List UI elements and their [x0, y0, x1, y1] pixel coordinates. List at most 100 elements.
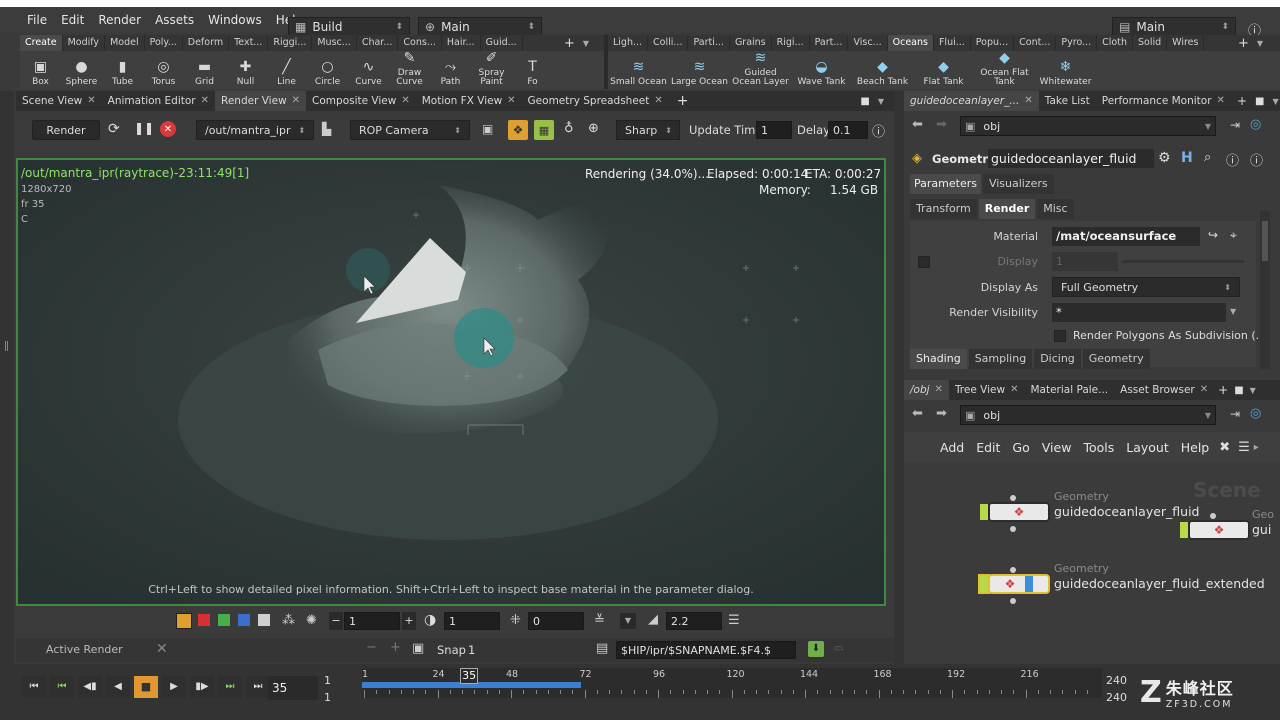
display-gamma-field[interactable]: 2.2: [666, 612, 722, 630]
tool-wave-tank[interactable]: ◒ Wave Tank: [791, 58, 852, 89]
blue-channel-icon[interactable]: [238, 614, 250, 626]
chevron-right-icon[interactable]: ▸: [1254, 442, 1259, 453]
network-menu-add[interactable]: Add: [934, 440, 970, 455]
node-gui[interactable]: ❖ Geo gui: [1180, 508, 1274, 540]
tool-beach-tank[interactable]: ◆ Beach Tank: [852, 58, 913, 89]
green-channel-icon[interactable]: [218, 614, 230, 626]
shelf-tab-cloth[interactable]: Cloth: [1097, 35, 1133, 51]
add-shelf-icon[interactable]: +: [1238, 36, 1249, 51]
resize-handle-icon[interactable]: [5, 341, 8, 351]
range-end[interactable]: 240: [1106, 674, 1127, 687]
close-icon[interactable]: ✕: [87, 91, 95, 111]
save-snapshot-icon[interactable]: ⬇: [808, 641, 824, 657]
network-menu-help[interactable]: Help: [1175, 440, 1216, 455]
zoom-icon[interactable]: ⊕: [588, 121, 599, 136]
stop-icon[interactable]: ■: [134, 676, 158, 698]
current-frame-field[interactable]: 35: [268, 676, 318, 700]
display-flag[interactable]: [1180, 522, 1188, 538]
tab-render-view[interactable]: Render View ✕: [215, 91, 307, 111]
subdivision-checkbox[interactable]: [1054, 330, 1066, 342]
tab-performance-monitor[interactable]: Performance Monitor ✕: [1096, 91, 1231, 111]
render-button[interactable]: Render: [32, 120, 100, 140]
network-menu-tools[interactable]: Tools: [1077, 440, 1120, 455]
play-icon[interactable]: ▶: [162, 676, 186, 698]
tab-parameters[interactable]: Parameters: [910, 174, 981, 194]
display-flag[interactable]: [980, 504, 988, 520]
snapshot-path-field[interactable]: $HIP/ipr/$SNAPNAME.$F4.$: [616, 641, 796, 659]
tool-guided-ocean-layer[interactable]: ≋ Guided Ocean Layer: [730, 49, 791, 89]
menu-assets[interactable]: Assets: [148, 13, 201, 27]
chevron-down-icon[interactable]: ▼: [878, 97, 884, 106]
render-region-icon[interactable]: ▣: [482, 122, 493, 136]
forward-arrow-icon[interactable]: ➡: [936, 406, 947, 421]
pin-icon[interactable]: ⇥: [1230, 118, 1240, 132]
shelf-tab-visc[interactable]: Visc...: [848, 35, 888, 51]
display-checkbox[interactable]: [918, 256, 930, 268]
dither-icon[interactable]: ⁂: [282, 613, 295, 628]
timeline-cursor[interactable]: 35: [460, 668, 479, 684]
tool-large-ocean[interactable]: ≋ Large Ocean: [669, 58, 730, 89]
tab-composite-view[interactable]: Composite View ✕: [306, 91, 416, 111]
red-channel-icon[interactable]: [198, 614, 210, 626]
pane-splitter[interactable]: [894, 91, 904, 664]
tab-take-list[interactable]: Take List: [1039, 91, 1096, 111]
offset-icon[interactable]: ⁜: [510, 613, 521, 628]
close-icon[interactable]: ✕: [292, 91, 300, 111]
plus-icon[interactable]: +: [390, 640, 401, 655]
tab-geometry[interactable]: Geometry: [1082, 349, 1150, 369]
folder-icon[interactable]: ▤: [596, 641, 608, 656]
shelf-tab-solid[interactable]: Solid: [1133, 35, 1168, 51]
shelf-tab-parti[interactable]: Parti...: [688, 35, 730, 51]
close-icon[interactable]: ✕: [201, 91, 209, 111]
add-tab-icon[interactable]: +: [677, 93, 689, 109]
tool-tube[interactable]: ▮ Tube: [102, 58, 143, 89]
network-menu-layout[interactable]: Layout: [1120, 440, 1175, 455]
close-icon[interactable]: ✕: [1010, 380, 1018, 400]
close-icon[interactable]: ✕: [1217, 91, 1225, 111]
gamma-field[interactable]: 1: [444, 612, 500, 630]
chevron-down-icon[interactable]: ▼: [1250, 386, 1256, 395]
input-connector[interactable]: [1010, 495, 1016, 501]
offset-field[interactable]: 0: [528, 612, 584, 630]
close-icon[interactable]: ✕: [654, 91, 662, 111]
display-slider[interactable]: [1122, 260, 1244, 263]
display-as-dropdown[interactable]: Full Geometry ⬍: [1052, 277, 1240, 297]
tool-curve[interactable]: ∿ Curve: [348, 58, 389, 89]
node-name-field[interactable]: guidedoceanlayer_fluid: [988, 149, 1154, 168]
help-icon[interactable]: ⓘ: [1250, 150, 1263, 169]
close-icon[interactable]: ✕: [1200, 380, 1208, 400]
shelf-tab-riggi[interactable]: Riggi...: [268, 35, 313, 51]
menu-windows[interactable]: Windows: [201, 13, 269, 27]
shelf-tab-create[interactable]: Create: [20, 35, 63, 51]
gear-icon[interactable]: ⚙: [1158, 150, 1171, 166]
output-connector[interactable]: [1010, 598, 1016, 604]
maximize-icon[interactable]: ■: [860, 96, 869, 107]
shelf-tab-modify[interactable]: Modify: [63, 35, 106, 51]
material-field[interactable]: /mat/oceansurface: [1052, 227, 1200, 246]
output-connector[interactable]: [1010, 526, 1016, 532]
alpha-channel-icon[interactable]: [258, 614, 270, 626]
search-icon[interactable]: ⌕: [1204, 150, 1211, 165]
input-connector[interactable]: [1210, 513, 1216, 519]
jump-end-icon[interactable]: ⏭: [246, 676, 270, 698]
node-guidedoceanlayer-fluid-extended[interactable]: ❖ Geometry guidedoceanlayer_fluid_extend…: [978, 562, 1265, 604]
shelf-tab-colli[interactable]: Colli...: [648, 35, 689, 51]
shelf-tab-ligh[interactable]: Ligh...: [608, 35, 649, 51]
shelf-tab-oceans[interactable]: Oceans: [887, 35, 934, 51]
increment-button[interactable]: +: [402, 612, 416, 630]
display-flag[interactable]: [978, 574, 990, 594]
light-icon[interactable]: ♁: [564, 121, 574, 136]
tool-draw-curve[interactable]: ✎ Draw Curve: [389, 49, 430, 89]
network-menu-edit[interactable]: Edit: [970, 440, 1006, 455]
shelf-tab-deform[interactable]: Deform: [183, 35, 230, 51]
tab-asset-browser[interactable]: Asset Browser ✕: [1114, 380, 1214, 400]
shelf-tab-model[interactable]: Model: [105, 35, 145, 51]
close-icon[interactable]: ✕: [401, 91, 409, 111]
tab-visualizers[interactable]: Visualizers: [982, 174, 1054, 194]
jump-keyframe-forward-icon[interactable]: ⏭: [218, 676, 242, 698]
preview-icon[interactable]: ❖: [508, 120, 528, 140]
link-icon[interactable]: ◎: [1250, 117, 1261, 132]
network-canvas[interactable]: Scene ❖ Geometry guidedoceanlayer_fluid …: [904, 462, 1280, 664]
render-flag[interactable]: [1025, 576, 1034, 592]
back-arrow-icon[interactable]: ⬅: [912, 406, 923, 421]
